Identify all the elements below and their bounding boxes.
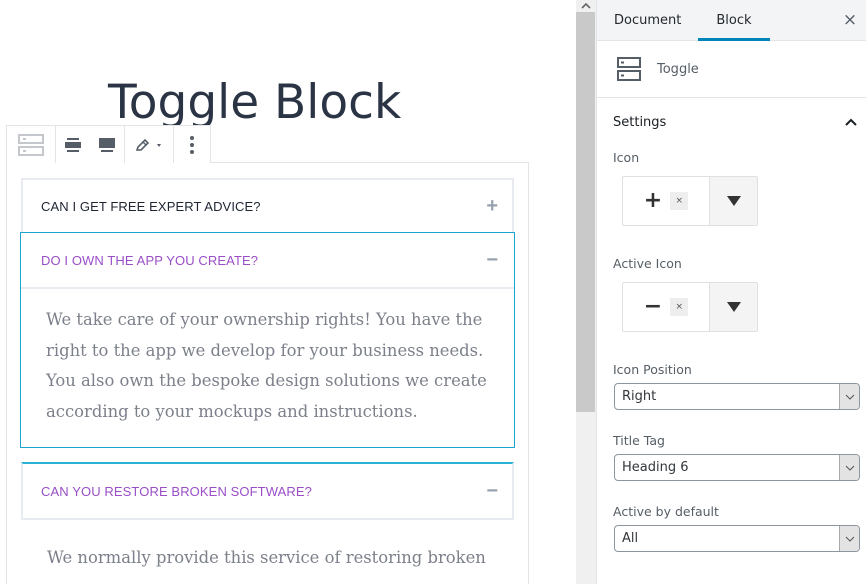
icon-picker[interactable]: + × [622, 176, 758, 226]
toggle-header[interactable]: Can you restore broken software? − [23, 464, 512, 518]
chevron-down-icon [839, 455, 859, 480]
scrollbar-thumb[interactable] [576, 12, 595, 412]
icon-position-value: Right [622, 389, 657, 404]
settings-panel-toggle[interactable]: Settings [597, 98, 866, 146]
chevron-up-icon [845, 118, 857, 126]
icon-picker-dropdown-button[interactable] [710, 177, 757, 225]
block-switcher-group [7, 126, 56, 163]
block-toolbar [6, 125, 211, 163]
toggle-block-icon [18, 133, 44, 156]
title-tag-select[interactable]: Heading 6 [614, 454, 860, 481]
block-card: Toggle [597, 41, 866, 98]
tab-document[interactable]: Document [597, 0, 698, 40]
settings-sidebar: Document Block × Toggle Settings Icon + … [596, 0, 866, 584]
tab-block[interactable]: Block [698, 0, 770, 41]
active-by-default-select[interactable]: All [614, 525, 860, 552]
active-icon-picker-dropdown-button[interactable] [710, 283, 757, 331]
align-wide-button[interactable] [56, 126, 90, 163]
minus-icon[interactable]: − [486, 250, 498, 270]
active-icon-label: Active Icon [613, 256, 682, 271]
more-vertical-icon [190, 135, 194, 154]
toggle-item: Can you restore broken software? − [21, 462, 514, 520]
toggle-content[interactable]: We normally provide this service of rest… [47, 543, 507, 574]
title-tag-field: Title Tag Heading 6 [597, 433, 866, 481]
align-full-icon [99, 137, 115, 152]
toggle-header[interactable]: Do I own the app you create? − [21, 233, 514, 289]
caret-down-icon [726, 196, 741, 206]
toggle-title: Can I get free expert advice? [41, 198, 261, 214]
editor-scrollbar[interactable] [576, 0, 596, 584]
icon-preview: + × [623, 177, 710, 225]
close-icon[interactable]: × [838, 8, 862, 32]
more-options-group [174, 126, 210, 163]
clear-icon-button[interactable]: × [670, 192, 689, 210]
pencil-icon [136, 138, 161, 151]
icon-label: Icon [613, 150, 640, 165]
toggle-header[interactable]: Can I get free expert advice? + [23, 180, 512, 232]
icon-field: Icon + × [597, 150, 866, 226]
toggle-title: Can you restore broken software? [41, 483, 312, 499]
active-by-default-value: All [622, 531, 639, 546]
active-by-default-label: Active by default [613, 504, 719, 519]
active-icon-preview: − × [623, 283, 710, 331]
chevron-down-icon [839, 526, 859, 551]
styles-group [125, 126, 174, 163]
toggle-block-icon [617, 57, 641, 81]
icon-position-select[interactable]: Right [614, 383, 860, 410]
block-switcher-button[interactable] [7, 126, 55, 163]
block-name: Toggle [657, 61, 699, 77]
toggle-item: Can I get free expert advice? + [21, 178, 514, 234]
block-styles-button[interactable] [125, 126, 173, 163]
toggle-title: Do I own the app you create? [41, 252, 259, 268]
alignment-group [56, 126, 125, 163]
settings-panel-title: Settings [613, 114, 667, 130]
editor-canvas: Toggle Block CAN I GET FREE EXPERT ADVIC… [0, 0, 576, 584]
align-full-button[interactable] [90, 126, 124, 163]
sidebar-tabs: Document Block × [597, 0, 866, 41]
chevron-down-icon [839, 384, 859, 409]
icon-position-field: Icon Position Right [597, 362, 866, 410]
active-icon-field: Active Icon − × [597, 256, 866, 332]
minus-icon[interactable]: − [486, 481, 498, 501]
toggle-content[interactable]: We take care of your ownership rights! Y… [21, 289, 514, 447]
plus-icon[interactable]: + [486, 196, 498, 216]
active-icon-picker[interactable]: − × [622, 282, 758, 332]
icon-position-label: Icon Position [613, 362, 692, 377]
more-options-button[interactable] [174, 126, 210, 163]
active-by-default-field: Active by default All [597, 504, 866, 552]
align-wide-icon [65, 137, 81, 152]
toggle-item-selected: Do I own the app you create? − We take c… [20, 232, 515, 449]
title-tag-value: Heading 6 [622, 460, 689, 475]
caret-down-icon [726, 302, 741, 312]
title-tag-label: Title Tag [613, 433, 665, 448]
scroll-up-arrow-icon[interactable] [576, 0, 596, 12]
plus-icon: + [643, 188, 663, 213]
clear-active-icon-button[interactable]: × [670, 298, 689, 316]
minus-icon: − [643, 294, 663, 319]
